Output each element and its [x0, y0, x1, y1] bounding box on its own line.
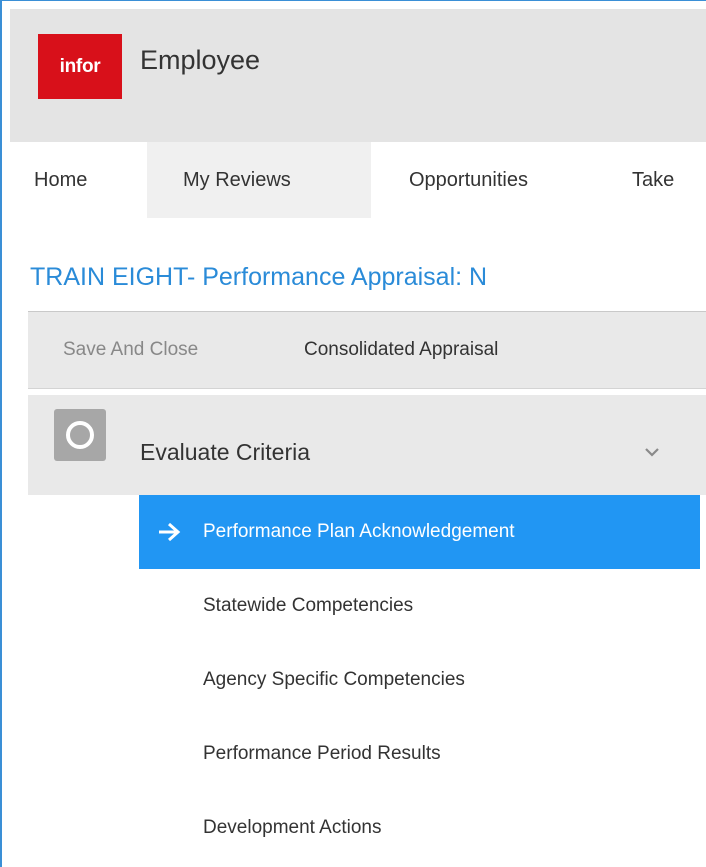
- nav-tab-my-reviews[interactable]: My Reviews: [147, 142, 371, 218]
- app-frame: infor Employee Home My Reviews Opportuni…: [0, 0, 706, 867]
- nav-tab-opportunities[interactable]: Opportunities: [409, 142, 528, 218]
- step-item-performance-plan-acknowledgement[interactable]: Performance Plan Acknowledgement: [139, 495, 700, 569]
- chevron-down-icon[interactable]: [645, 447, 659, 457]
- circle-step-icon: [54, 409, 106, 461]
- nav-tab-home[interactable]: Home: [34, 142, 87, 218]
- page-title: TRAIN EIGHT- Performance Appraisal: N: [30, 263, 488, 291]
- step-item-performance-period-results[interactable]: Performance Period Results: [139, 717, 706, 791]
- step-item-agency-specific-competencies[interactable]: Agency Specific Competencies: [139, 643, 706, 717]
- step-item-label: Performance Period Results: [203, 743, 441, 764]
- app-header: infor Employee: [10, 9, 706, 142]
- section-header-evaluate-criteria[interactable]: Evaluate Criteria: [28, 395, 706, 495]
- app-title: Employee: [140, 45, 261, 75]
- infor-logo[interactable]: infor: [38, 34, 122, 99]
- step-item-label: Development Actions: [203, 817, 382, 838]
- consolidated-appraisal-button[interactable]: Consolidated Appraisal: [304, 312, 498, 390]
- step-list: Performance Plan Acknowledgement Statewi…: [139, 495, 706, 865]
- save-and-close-button[interactable]: Save And Close: [63, 312, 198, 390]
- main-nav: Home My Reviews Opportunities Take: [10, 142, 706, 218]
- step-item-label: Statewide Competencies: [203, 595, 414, 616]
- step-item-label: Agency Specific Competencies: [203, 669, 465, 690]
- step-ring: [66, 421, 94, 449]
- section-title: Evaluate Criteria: [140, 439, 311, 465]
- step-item-label: Performance Plan Acknowledgement: [203, 521, 515, 542]
- toolbar: Save And Close Consolidated Appraisal: [28, 311, 706, 389]
- step-item-development-actions[interactable]: Development Actions: [139, 791, 706, 865]
- step-item-statewide-competencies[interactable]: Statewide Competencies: [139, 569, 706, 643]
- arrow-right-icon: [159, 522, 181, 542]
- nav-tab-take[interactable]: Take: [632, 142, 674, 218]
